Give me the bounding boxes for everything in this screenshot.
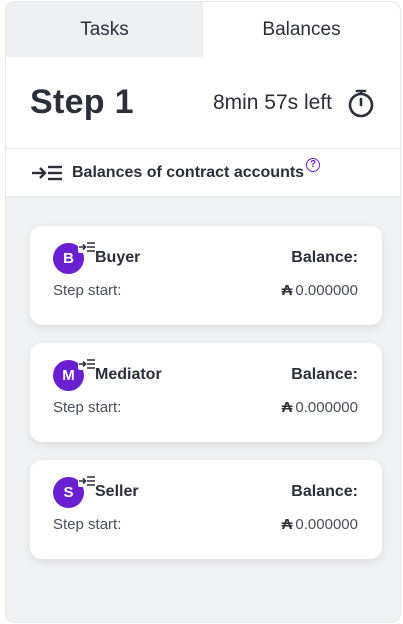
account-card-seller: S Seller Balance: Step start: ₳ 0.000000 <box>30 460 382 559</box>
balance-label: Balance: <box>291 366 358 383</box>
algo-icon: ₳ <box>281 399 293 416</box>
balances-panel: Tasks Balances Step 1 8min 57s left Bala… <box>5 1 401 623</box>
step-start-label: Step start: <box>53 399 122 416</box>
account-card-buyer: B Buyer Balance: Step start: ₳ 0.000000 <box>30 226 382 325</box>
timer: 8min 57s left <box>213 88 376 118</box>
step-start-label: Step start: <box>53 516 122 533</box>
algo-icon: ₳ <box>281 282 293 299</box>
tab-bar: Tasks Balances <box>6 2 400 57</box>
list-in-icon <box>78 357 96 370</box>
balance-label: Balance: <box>291 483 358 500</box>
help-icon[interactable]: ? <box>306 157 321 172</box>
stopwatch-icon <box>348 89 374 117</box>
amount-value: 0.000000 <box>295 516 358 533</box>
balance-label: Balance: <box>291 249 358 266</box>
list-in-icon <box>78 240 96 253</box>
party-name: Mediator <box>95 366 162 383</box>
section-header: Balances of contract accounts ? <box>6 149 400 197</box>
balance-amount: ₳ 0.000000 <box>282 399 358 416</box>
avatar-initial: S <box>63 483 74 501</box>
section-title: Balances of contract accounts <box>72 163 305 181</box>
avatar: B <box>53 240 96 274</box>
list-in-icon <box>78 474 96 487</box>
time-left: 8min 57s left <box>212 90 332 114</box>
avatar-initial: B <box>63 249 74 267</box>
amount-value: 0.000000 <box>295 282 358 299</box>
account-card-mediator: M Mediator Balance: Step start: ₳ 0.0000… <box>30 343 382 442</box>
tab-tasks[interactable]: Tasks <box>6 2 203 57</box>
party-name: Seller <box>95 483 139 500</box>
avatar: S <box>53 474 96 508</box>
amount-value: 0.000000 <box>295 399 358 416</box>
step-title: Step 1 <box>30 83 134 121</box>
step-start-label: Step start: <box>53 282 122 299</box>
account-list: B Buyer Balance: Step start: ₳ 0.000000 … <box>6 197 400 559</box>
avatar-initial: M <box>62 366 75 384</box>
tab-balances[interactable]: Balances <box>203 2 400 57</box>
avatar: M <box>53 357 96 391</box>
list-in-icon <box>32 165 62 180</box>
algo-icon: ₳ <box>281 516 293 533</box>
balance-amount: ₳ 0.000000 <box>282 282 358 299</box>
party-name: Buyer <box>95 249 141 266</box>
step-header: Step 1 8min 57s left <box>6 57 400 149</box>
balance-amount: ₳ 0.000000 <box>282 516 358 533</box>
